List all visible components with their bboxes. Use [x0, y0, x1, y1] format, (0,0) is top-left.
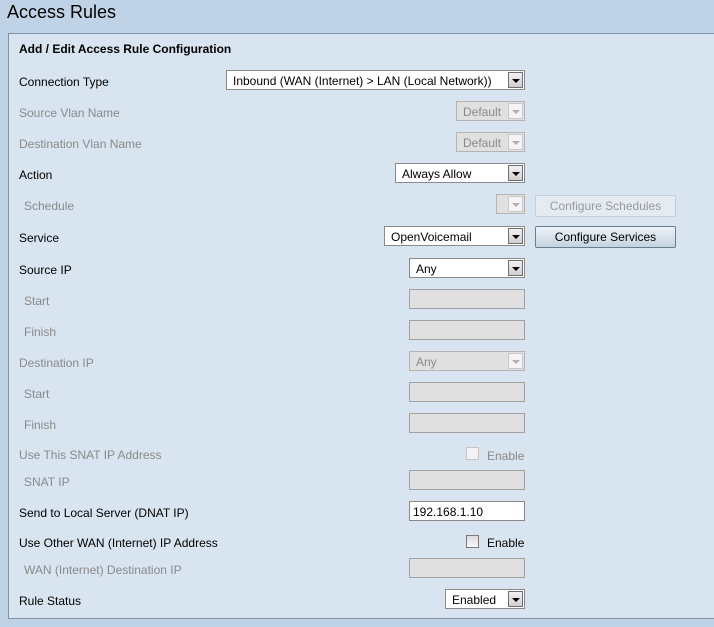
- dnat-ip-input[interactable]: 192.168.1.10: [409, 501, 525, 521]
- destination-finish-label: Finish: [24, 418, 57, 432]
- configure-schedules-button[interactable]: Configure Schedules: [535, 195, 676, 217]
- destination-ip-value: Any: [416, 355, 437, 369]
- row-destination-ip: Destination IP Any: [9, 351, 709, 375]
- panel-title: Add / Edit Access Rule Configuration: [19, 42, 232, 56]
- destination-vlan-select[interactable]: Default: [456, 132, 525, 152]
- use-snat-checkbox[interactable]: [466, 447, 479, 460]
- action-value: Always Allow: [402, 167, 472, 181]
- schedule-label: Schedule: [24, 199, 75, 213]
- row-destination-vlan: Destination Vlan Name Default: [9, 132, 709, 156]
- action-select[interactable]: Always Allow: [395, 163, 525, 183]
- row-source-finish: Finish: [9, 320, 709, 344]
- source-finish-input[interactable]: [409, 320, 525, 340]
- row-connection-type: Connection Type Inbound (WAN (Internet) …: [9, 70, 709, 94]
- row-use-snat: Use This SNAT IP Address Enable: [9, 443, 709, 467]
- dnat-ip-value: 192.168.1.10: [413, 505, 484, 519]
- row-schedule: Schedule Configure Schedules: [9, 194, 709, 218]
- chevron-down-icon[interactable]: [508, 103, 523, 119]
- chevron-down-icon[interactable]: [508, 228, 523, 244]
- source-start-label: Start: [24, 294, 50, 308]
- service-label: Service: [19, 231, 60, 245]
- connection-type-select[interactable]: Inbound (WAN (Internet) > LAN (Local Net…: [226, 70, 525, 90]
- source-ip-select[interactable]: Any: [409, 258, 525, 278]
- page-title: Access Rules: [7, 2, 117, 22]
- row-snat-ip: SNAT IP: [9, 470, 709, 494]
- action-label: Action: [19, 168, 53, 182]
- schedule-select[interactable]: [496, 194, 525, 214]
- wan-destination-ip-input[interactable]: [409, 558, 525, 578]
- wan-destination-ip-label: WAN (Internet) Destination IP: [24, 563, 182, 577]
- use-other-wan-enable-label: Enable: [487, 536, 525, 550]
- row-source-start: Start: [9, 289, 709, 313]
- row-dnat-ip: Send to Local Server (DNAT IP) 192.168.1…: [9, 501, 709, 525]
- use-other-wan-checkbox[interactable]: [466, 535, 479, 548]
- source-ip-label: Source IP: [19, 263, 72, 277]
- source-finish-label: Finish: [24, 325, 57, 339]
- configure-services-button[interactable]: Configure Services: [535, 226, 676, 248]
- row-destination-finish: Finish: [9, 413, 709, 437]
- destination-ip-label: Destination IP: [19, 356, 94, 370]
- row-source-vlan: Source Vlan Name Default: [9, 101, 709, 125]
- destination-start-input[interactable]: [409, 382, 525, 402]
- chevron-down-icon[interactable]: [508, 260, 523, 276]
- snat-ip-label: SNAT IP: [24, 475, 70, 489]
- row-wan-destination-ip: WAN (Internet) Destination IP: [9, 558, 709, 582]
- source-start-input[interactable]: [409, 289, 525, 309]
- connection-type-value: Inbound (WAN (Internet) > LAN (Local Net…: [233, 74, 492, 88]
- use-snat-label: Use This SNAT IP Address: [19, 448, 162, 462]
- destination-ip-select[interactable]: Any: [409, 351, 525, 371]
- snat-ip-input[interactable]: [409, 470, 525, 490]
- dnat-ip-label: Send to Local Server (DNAT IP): [19, 506, 189, 520]
- chevron-down-icon[interactable]: [508, 134, 523, 150]
- rule-status-value: Enabled: [452, 593, 497, 607]
- rule-status-select[interactable]: Enabled: [445, 589, 525, 609]
- destination-vlan-label: Destination Vlan Name: [19, 137, 142, 151]
- source-vlan-select[interactable]: Default: [456, 101, 525, 121]
- row-use-other-wan: Use Other WAN (Internet) IP Address Enab…: [9, 531, 709, 555]
- chevron-down-icon[interactable]: [508, 165, 523, 181]
- destination-vlan-value: Default: [463, 136, 502, 150]
- chevron-down-icon[interactable]: [508, 591, 523, 607]
- row-destination-start: Start: [9, 382, 709, 406]
- source-vlan-value: Default: [463, 105, 502, 119]
- row-rule-status: Rule Status Enabled: [9, 589, 709, 613]
- chevron-down-icon[interactable]: [508, 72, 523, 88]
- row-service: Service OpenVoicemail Configure Services: [9, 226, 709, 250]
- use-other-wan-label: Use Other WAN (Internet) IP Address: [19, 536, 218, 550]
- row-source-ip: Source IP Any: [9, 258, 709, 282]
- chevron-down-icon[interactable]: [508, 353, 523, 369]
- chevron-down-icon[interactable]: [508, 196, 523, 212]
- connection-type-label: Connection Type: [19, 75, 109, 89]
- destination-finish-input[interactable]: [409, 413, 525, 433]
- access-rule-config-panel: Add / Edit Access Rule Configuration Con…: [8, 33, 714, 619]
- destination-start-label: Start: [24, 387, 50, 401]
- use-snat-enable-label: Enable: [487, 449, 525, 463]
- row-action: Action Always Allow: [9, 163, 709, 187]
- rule-status-label: Rule Status: [19, 594, 82, 608]
- source-vlan-label: Source Vlan Name: [19, 106, 120, 120]
- source-ip-value: Any: [416, 262, 437, 276]
- service-select[interactable]: OpenVoicemail: [384, 226, 525, 246]
- service-value: OpenVoicemail: [391, 230, 472, 244]
